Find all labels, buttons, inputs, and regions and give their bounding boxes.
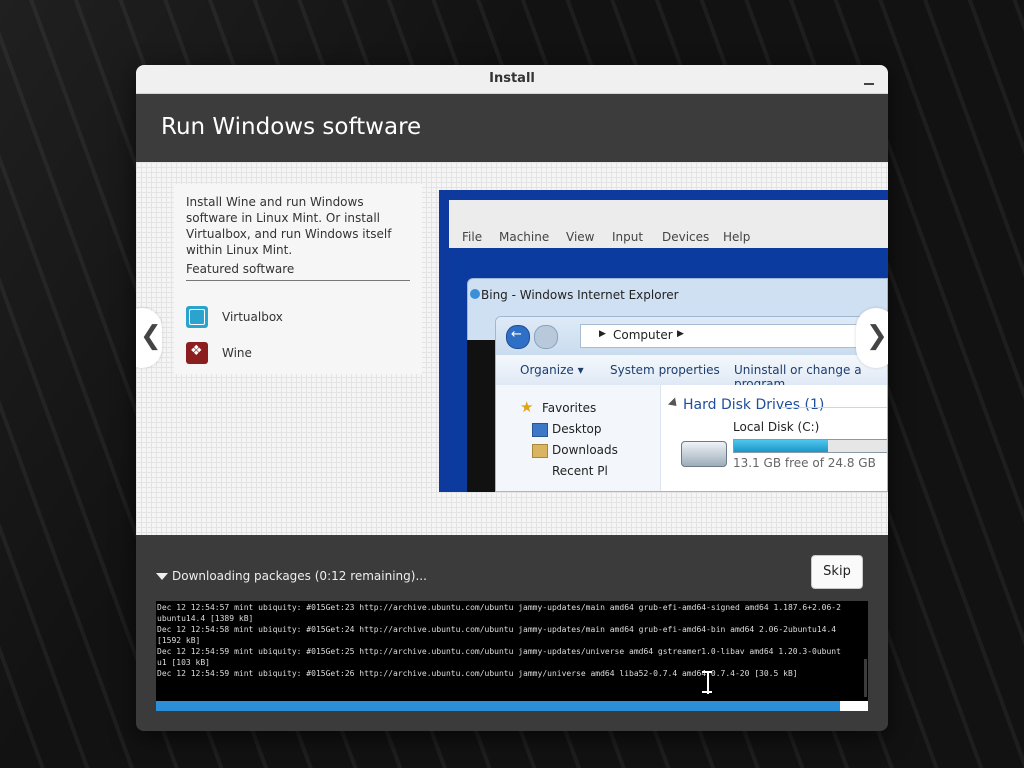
disk-usage-fill [734, 440, 828, 452]
divider [781, 407, 887, 408]
star-icon [520, 398, 534, 416]
log-line: ubuntu14.4 [1389 kB] [157, 614, 254, 623]
log-terminal[interactable]: Dec 12 12:54:57 mint ubiquity: #015Get:2… [156, 601, 868, 701]
disk-name: Local Disk (C:) [733, 420, 820, 434]
explorer-address-bar: ▶ Computer ▶ [496, 317, 887, 355]
expander-triangle-icon [156, 573, 168, 580]
featured-software-label: Featured software [186, 262, 295, 276]
minimize-button[interactable] [862, 73, 876, 87]
sidebar-item: Desktop [552, 422, 602, 436]
virtualbox-menu-bar: File Machine View Input Devices Help [449, 200, 888, 248]
explorer-content: Hard Disk Drives (1) Local Disk (C:) 13.… [661, 385, 887, 491]
details-expander[interactable]: Downloading packages (0:12 remaining)... [156, 569, 427, 583]
back-arrow-icon [506, 325, 530, 349]
chevron-right-icon: ▶ [599, 329, 606, 339]
info-card: Install Wine and run Windows software in… [174, 184, 422, 374]
install-window: Install Run Windows software Install Win… [136, 65, 888, 731]
divider [186, 280, 410, 281]
explorer-toolbar: Organize ▾ System properties Uninstall o… [496, 355, 887, 391]
title-bar: Install [136, 65, 888, 94]
log-line: Dec 12 12:54:57 mint ubiquity: #015Get:2… [157, 603, 841, 612]
chevron-right-icon: ❯ [866, 321, 888, 351]
dark-panel [467, 340, 495, 492]
log-line: Dec 12 12:54:58 mint ubiquity: #015Get:2… [157, 625, 837, 634]
page-title: Run Windows software [161, 114, 422, 140]
next-slide-button[interactable]: ❯ [856, 308, 888, 368]
vbox-menu-item: File [462, 230, 483, 244]
section-heading: Hard Disk Drives (1) [683, 397, 825, 413]
disk-usage-bar [733, 439, 887, 453]
log-line: [1592 kB] [157, 636, 201, 645]
progress-bar [156, 701, 868, 711]
sidebar-item: Downloads [552, 443, 618, 457]
terminal-scrollbar[interactable] [864, 659, 867, 697]
breadcrumb: ▶ Computer ▶ [580, 324, 887, 348]
vbox-menu-item: View [566, 230, 595, 244]
featured-item-name: Virtualbox [222, 310, 283, 324]
chevron-right-icon: ▶ [677, 329, 684, 339]
vbox-menu-item: Help [723, 230, 751, 244]
window-title: Install [489, 71, 535, 86]
desktop-icon [532, 423, 548, 437]
log-line: Dec 12 12:54:59 mint ubiquity: #015Get:2… [157, 647, 841, 656]
chevron-left-icon: ❮ [140, 321, 162, 351]
explorer-sidebar: Favorites Desktop Downloads Recent Pl [496, 385, 661, 491]
slide-description: Install Wine and run Windows software in… [186, 195, 392, 257]
progress-section: Downloading packages (0:12 remaining)...… [136, 535, 888, 731]
sidebar-item: Recent Pl [552, 464, 608, 478]
previous-slide-button[interactable]: ❮ [136, 308, 162, 368]
breadcrumb-item: Computer [613, 328, 673, 342]
skip-button[interactable]: Skip [811, 555, 863, 589]
vbox-menu-item: Devices [662, 230, 710, 244]
toolbar-item: Organize ▾ [520, 363, 584, 377]
explorer-window: ▶ Computer ▶ Organize ▾ System propertie… [495, 316, 888, 492]
sidebar-item: Favorites [542, 401, 597, 415]
disk-free-space: 13.1 GB free of 24.8 GB [733, 456, 876, 470]
vbox-menu-item: Machine [499, 230, 550, 244]
vbox-menu-item: Input [612, 230, 644, 244]
downloads-icon [532, 444, 548, 458]
featured-item-wine: Wine [186, 342, 386, 366]
text-cursor-icon [702, 671, 712, 695]
download-status-text: Downloading packages (0:12 remaining)... [172, 569, 427, 583]
forward-arrow-icon [534, 325, 558, 349]
virtualbox-icon [186, 306, 208, 328]
slide-screenshot: File Machine View Input Devices Help Bin… [439, 190, 888, 492]
ie-logo-icon [470, 289, 480, 299]
progress-fill [156, 701, 840, 711]
ie-window-title: Bing - Windows Internet Explorer [481, 288, 679, 302]
page-header: Run Windows software [136, 94, 888, 162]
hard-disk-icon [681, 441, 727, 467]
collapse-triangle-icon [667, 397, 681, 410]
featured-item-name: Wine [222, 346, 252, 360]
wine-icon [186, 342, 208, 364]
log-line: u1 [103 kB] [157, 658, 210, 667]
featured-item-virtualbox: Virtualbox [186, 306, 386, 330]
slideshow: Install Wine and run Windows software in… [136, 162, 888, 536]
toolbar-item: System properties [610, 363, 720, 377]
